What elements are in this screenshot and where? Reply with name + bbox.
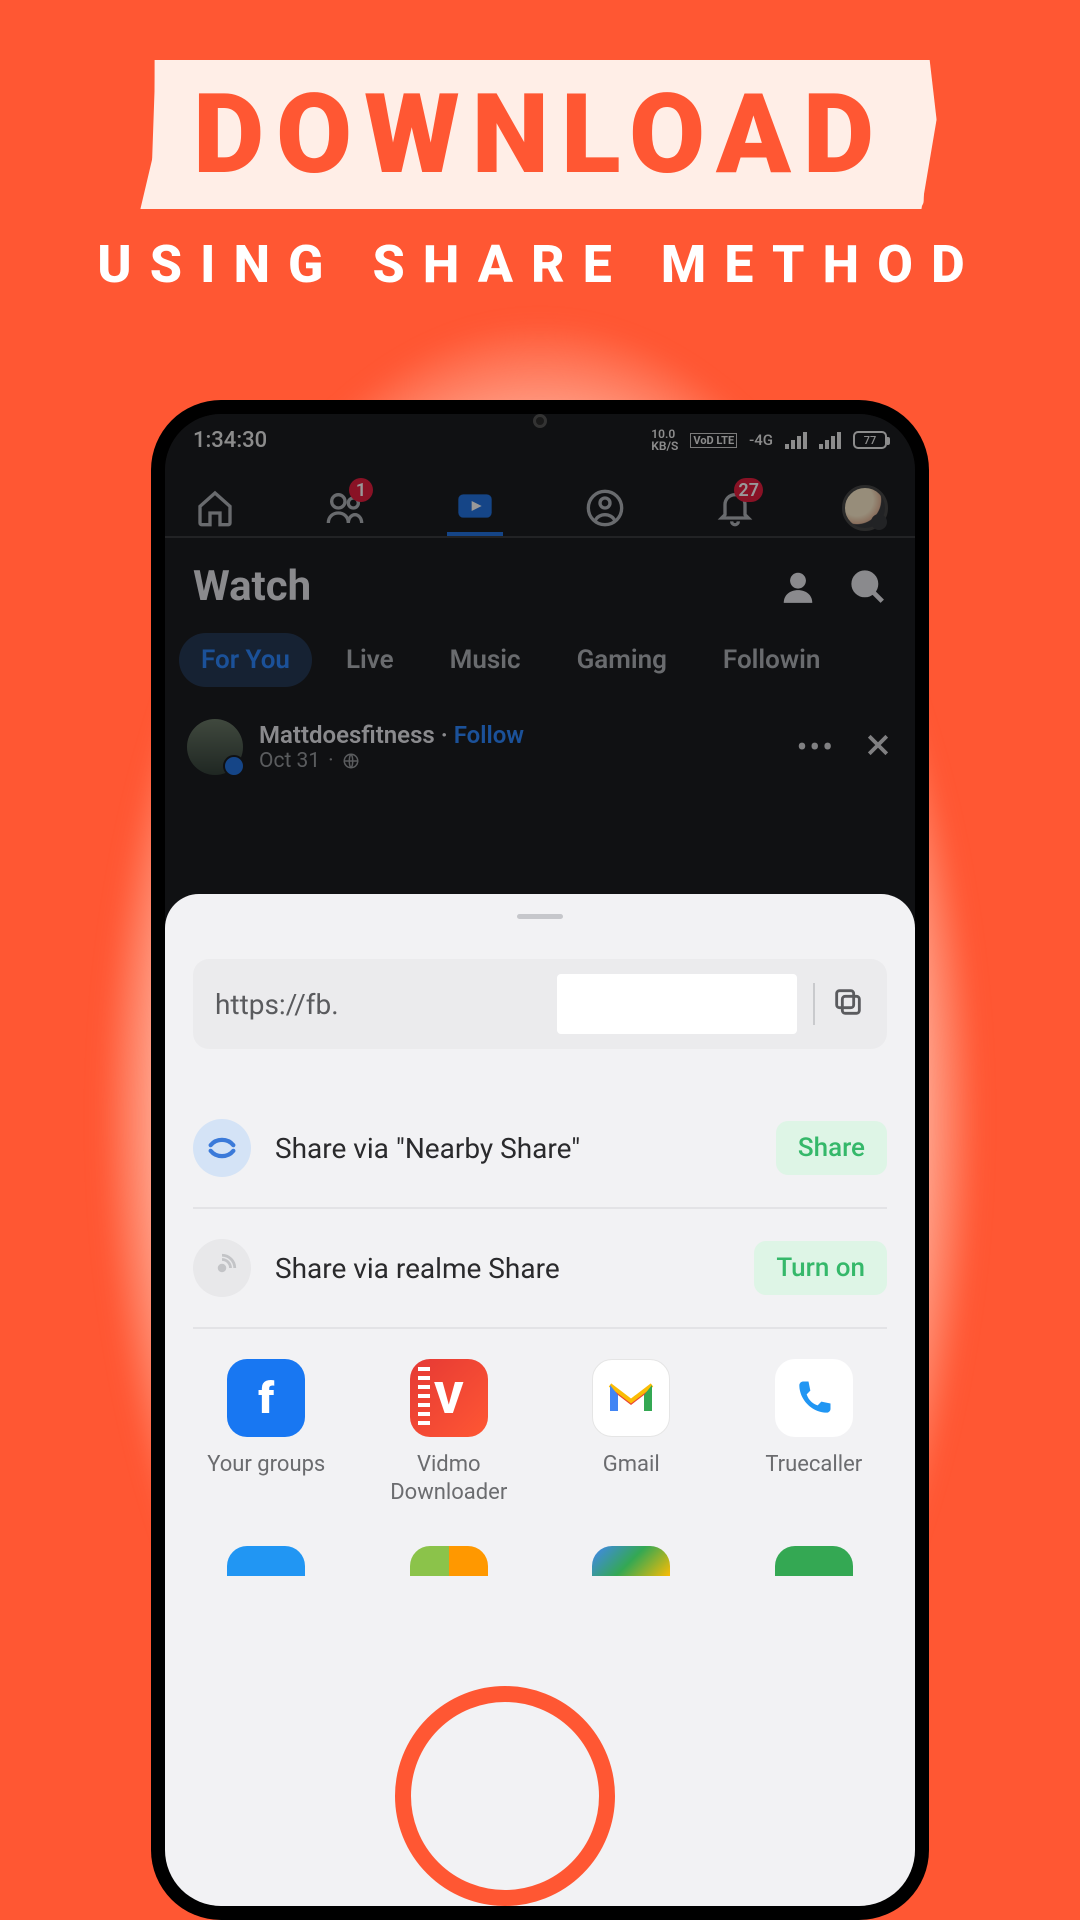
tab-live[interactable]: Live bbox=[324, 633, 416, 687]
post-meta: Mattdoesfitness · Follow Oct 31 · bbox=[259, 721, 781, 773]
app-peek-1[interactable] bbox=[227, 1546, 305, 1576]
nav-home[interactable] bbox=[187, 480, 243, 536]
video-post-header: Mattdoesfitness · Follow Oct 31 · ••• bbox=[165, 707, 915, 795]
share-url-text: https://fb. bbox=[215, 988, 541, 1021]
nearby-share-row[interactable]: Share via "Nearby Share" Share bbox=[193, 1089, 887, 1209]
tab-music[interactable]: Music bbox=[428, 633, 543, 687]
notif-badge: 27 bbox=[734, 478, 763, 502]
post-author[interactable]: Mattdoesfitness · Follow bbox=[259, 721, 781, 749]
friends-badge: 1 bbox=[349, 478, 373, 502]
app-your-groups[interactable]: f Your groups bbox=[191, 1359, 341, 1506]
app-truecaller[interactable]: Truecaller bbox=[739, 1359, 889, 1506]
watch-tabs: For You Live Music Gaming Followin bbox=[165, 621, 915, 707]
facebook-top-nav: 1 27 bbox=[165, 466, 915, 538]
app-peek-4[interactable] bbox=[775, 1546, 853, 1576]
network-speed: 10.0KB/S bbox=[651, 428, 678, 452]
realme-share-icon bbox=[193, 1239, 251, 1297]
status-right: 10.0KB/S VoD LTE -4G 77 bbox=[651, 428, 887, 452]
nearby-share-icon bbox=[193, 1119, 251, 1177]
copy-icon bbox=[831, 985, 865, 1019]
globe-icon bbox=[342, 752, 360, 770]
lte-icon: VoD LTE bbox=[690, 433, 737, 448]
share-sheet: https://fb. Share via "Nearby Share" Sha… bbox=[165, 894, 915, 1906]
phone-screen: 1:34:30 10.0KB/S VoD LTE -4G 77 1 bbox=[165, 414, 915, 1906]
app-gmail[interactable]: Gmail bbox=[556, 1359, 706, 1506]
app-vidmo-downloader[interactable]: V Vidmo Downloader bbox=[374, 1359, 524, 1506]
avatar-icon bbox=[842, 485, 888, 531]
profile-icon bbox=[585, 488, 625, 528]
battery-icon: 77 bbox=[853, 431, 887, 449]
signal-icon bbox=[785, 431, 807, 449]
highlight-ring bbox=[395, 1686, 615, 1906]
nearby-share-label: Share via "Nearby Share" bbox=[275, 1132, 752, 1165]
watch-header: Watch bbox=[165, 538, 915, 621]
url-redacted bbox=[557, 974, 797, 1034]
nav-watch[interactable] bbox=[447, 480, 503, 536]
divider bbox=[813, 983, 815, 1025]
page-title: Watch bbox=[193, 562, 311, 611]
facebook-icon: f bbox=[227, 1359, 305, 1437]
banner-subtitle: USING SHARE METHOD bbox=[60, 234, 1020, 295]
post-more-icon[interactable]: ••• bbox=[797, 728, 835, 766]
post-close-icon[interactable] bbox=[863, 730, 893, 764]
vidmo-icon: V bbox=[410, 1359, 488, 1437]
banner-title: DOWNLOAD bbox=[193, 70, 886, 199]
tab-following[interactable]: Followin bbox=[701, 633, 842, 687]
nav-menu-avatar[interactable] bbox=[837, 480, 893, 536]
gmail-icon bbox=[592, 1359, 670, 1437]
phone-frame: 1:34:30 10.0KB/S VoD LTE -4G 77 1 bbox=[151, 400, 929, 1920]
app-peek-3[interactable] bbox=[592, 1546, 670, 1576]
share-apps-row: f Your groups V Vidmo Downloader Gmail bbox=[165, 1329, 915, 1506]
follow-link[interactable]: Follow bbox=[454, 721, 524, 749]
brush-bg: DOWNLOAD bbox=[151, 60, 929, 209]
tab-for-you[interactable]: For You bbox=[179, 633, 312, 687]
realme-share-label: Share via realme Share bbox=[275, 1252, 730, 1285]
nearby-share-action[interactable]: Share bbox=[776, 1121, 887, 1175]
apps-row-2-peek bbox=[165, 1506, 915, 1576]
person-icon[interactable] bbox=[779, 568, 817, 606]
network-type: -4G bbox=[749, 431, 773, 449]
truecaller-icon bbox=[775, 1359, 853, 1437]
tab-gaming[interactable]: Gaming bbox=[555, 633, 689, 687]
post-avatar[interactable] bbox=[187, 719, 243, 775]
promo-banner: DOWNLOAD USING SHARE METHOD bbox=[0, 0, 1080, 325]
sheet-grabber[interactable] bbox=[517, 914, 563, 919]
post-date: Oct 31 · bbox=[259, 749, 781, 773]
signal-icon-2 bbox=[819, 431, 841, 449]
app-peek-2[interactable] bbox=[410, 1546, 488, 1576]
watch-icon bbox=[455, 486, 495, 526]
camera-notch bbox=[533, 414, 547, 428]
home-icon bbox=[195, 488, 235, 528]
copy-button[interactable] bbox=[831, 985, 865, 1023]
nav-notifications[interactable]: 27 bbox=[707, 480, 763, 536]
realme-share-action[interactable]: Turn on bbox=[754, 1241, 887, 1295]
realme-share-row[interactable]: Share via realme Share Turn on bbox=[193, 1209, 887, 1329]
share-url-row: https://fb. bbox=[193, 959, 887, 1049]
search-icon[interactable] bbox=[849, 568, 887, 606]
nav-friends[interactable]: 1 bbox=[317, 480, 373, 536]
status-time: 1:34:30 bbox=[193, 428, 267, 453]
nav-profile[interactable] bbox=[577, 480, 633, 536]
